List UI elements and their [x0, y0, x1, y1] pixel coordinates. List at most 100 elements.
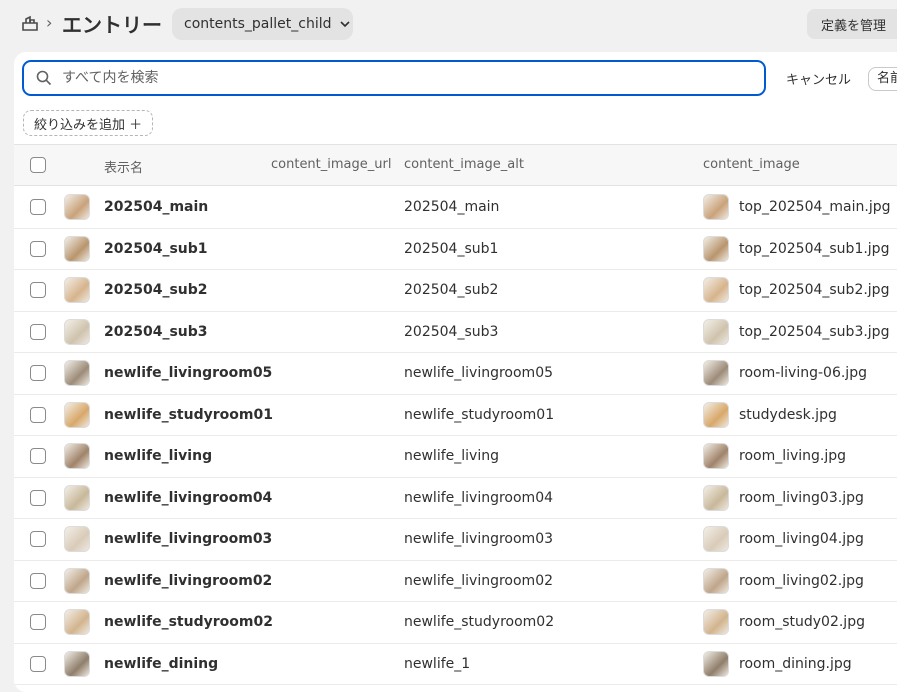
table-row[interactable]: 202504_main 202504_main top_202504_main.jp…	[14, 187, 897, 229]
table-row[interactable]: newlife_studyroom01 newlife_studyroom01 st…	[14, 394, 897, 436]
metaobject-icon[interactable]	[20, 14, 40, 34]
image-filename-cell: top_202504_sub3.jpg	[739, 323, 890, 340]
image-alt-cell: newlife_studyroom01	[404, 406, 555, 423]
row-checkbox[interactable]	[30, 489, 46, 506]
entry-thumbnail	[64, 609, 90, 635]
display-name-cell: newlife_livingroom04	[104, 489, 273, 506]
row-checkbox[interactable]	[30, 531, 46, 547]
row-checkbox[interactable]	[30, 448, 46, 464]
image-alt-cell: 202504_sub3	[404, 323, 499, 340]
image-thumbnail	[703, 526, 729, 552]
table-row[interactable]: newlife_livingroom05 newlife_livingroom05…	[14, 353, 897, 395]
row-checkbox[interactable]	[30, 323, 46, 340]
entry-thumbnail	[64, 526, 90, 552]
image-alt-cell: newlife_1	[404, 655, 471, 672]
image-alt-cell: newlife_living	[404, 448, 499, 464]
row-checkbox[interactable]	[30, 614, 46, 630]
image-alt-cell: 202504_sub1	[404, 240, 499, 257]
search-input[interactable]	[60, 69, 714, 87]
row-checkbox[interactable]	[30, 655, 46, 672]
table-row[interactable]: 202504_sub1 202504_sub1 top_202504_sub1.jp…	[14, 228, 897, 270]
table-row[interactable]: 202504_sub2 202504_sub2 top_202504_sub2.jp…	[14, 270, 897, 312]
image-thumbnail	[703, 194, 729, 220]
image-alt-cell: 202504_main	[404, 199, 500, 215]
image-filename-cell: room_living02.jpg	[739, 572, 864, 589]
table-row[interactable]: newlife_livingroom04 newlife_livingroom04…	[14, 477, 897, 519]
cancel-button[interactable]: キャンセル	[786, 69, 851, 88]
column-header-content-image-alt[interactable]: content_image_alt	[404, 157, 524, 172]
chevron-down-icon	[340, 21, 351, 28]
entry-thumbnail	[64, 235, 90, 262]
image-alt-cell: newlife_livingroom02	[404, 572, 554, 589]
row-checkbox[interactable]	[30, 240, 46, 257]
image-filename-cell: room_dining.jpg	[739, 655, 852, 672]
column-header-content-image-url[interactable]: content_image_url	[271, 157, 391, 172]
entry-thumbnail	[64, 443, 90, 469]
entries-card: キャンセル 名前 絞り込みを追加 ＋ 表示名 content_image_url…	[14, 52, 897, 692]
display-name-cell: newlife_living	[104, 448, 213, 464]
search-icon	[36, 70, 52, 86]
image-filename-cell: top_202504_main.jpg	[739, 199, 891, 215]
top-bar: › エントリー contents_pallet_child 定義を管理	[0, 0, 897, 50]
table-row[interactable]: newlife_livingroom02 newlife_livingroom02…	[14, 560, 897, 602]
entry-thumbnail	[64, 277, 90, 303]
chevron-right-icon: ›	[46, 13, 53, 32]
definition-selector-label: contents_pallet_child	[184, 16, 332, 32]
table-row[interactable]: newlife_livingroom03 newlife_livingroom03…	[14, 519, 897, 561]
add-filter-label: 絞り込みを追加 ＋	[34, 117, 143, 133]
image-thumbnail	[703, 277, 729, 303]
entry-thumbnail	[64, 401, 90, 428]
image-thumbnail	[703, 650, 729, 677]
image-thumbnail	[703, 609, 729, 635]
entry-thumbnail	[64, 360, 90, 386]
entry-thumbnail	[64, 484, 90, 511]
display-name-cell: 202504_sub1	[104, 240, 208, 257]
image-filename-cell: studydesk.jpg	[739, 406, 837, 423]
page-title: エントリー	[62, 13, 162, 37]
manage-definition-button[interactable]: 定義を管理	[807, 9, 897, 39]
display-name-cell: 202504_sub3	[104, 323, 208, 340]
image-filename-cell: room_living03.jpg	[739, 489, 864, 506]
image-filename-cell: top_202504_sub2.jpg	[739, 282, 890, 298]
select-all-checkbox[interactable]	[30, 157, 46, 173]
sort-button[interactable]: 名前	[868, 67, 897, 91]
entry-thumbnail	[64, 650, 90, 677]
image-thumbnail	[703, 360, 729, 386]
table-row[interactable]: newlife_living newlife_living room_living.…	[14, 436, 897, 478]
image-thumbnail	[703, 567, 729, 594]
image-thumbnail	[703, 401, 729, 428]
entry-thumbnail	[64, 318, 90, 345]
row-checkbox[interactable]	[30, 572, 46, 589]
display-name-cell: newlife_livingroom03	[104, 531, 273, 547]
definition-selector[interactable]: contents_pallet_child	[172, 8, 353, 40]
display-name-cell: newlife_livingroom02	[104, 572, 273, 589]
image-alt-cell: newlife_livingroom04	[404, 489, 554, 506]
column-header-content-image[interactable]: content_image	[703, 157, 800, 172]
image-thumbnail	[703, 484, 729, 511]
display-name-cell: newlife_dining	[104, 655, 219, 672]
search-field[interactable]	[22, 60, 766, 96]
entry-thumbnail	[64, 194, 90, 220]
image-thumbnail	[703, 443, 729, 469]
row-checkbox[interactable]	[30, 406, 46, 423]
row-checkbox[interactable]	[30, 199, 46, 215]
row-checkbox[interactable]	[30, 365, 46, 381]
row-checkbox[interactable]	[30, 282, 46, 298]
display-name-cell: newlife_studyroom01	[104, 406, 273, 423]
table-row[interactable]: newlife_studyroom02 newlife_studyroom02 ro…	[14, 602, 897, 644]
display-name-cell: newlife_studyroom02	[104, 614, 273, 630]
image-filename-cell: room_living.jpg	[739, 448, 847, 464]
display-name-cell: 202504_main	[104, 199, 209, 215]
table-row[interactable]: 202504_sub3 202504_sub3 top_202504_sub3.jp…	[14, 311, 897, 353]
image-filename-cell: room_living04.jpg	[739, 531, 864, 547]
image-filename-cell: room_study02.jpg	[739, 614, 865, 630]
image-filename-cell: top_202504_sub1.jpg	[739, 240, 890, 257]
column-header-display-name[interactable]: 表示名	[104, 157, 143, 176]
display-name-cell: newlife_livingroom05	[104, 365, 273, 381]
add-filter-button[interactable]: 絞り込みを追加 ＋	[23, 110, 153, 136]
image-alt-cell: newlife_livingroom03	[404, 531, 554, 547]
image-filename-cell: room-living-06.jpg	[739, 365, 867, 381]
display-name-cell: 202504_sub2	[104, 282, 208, 298]
image-alt-cell: newlife_studyroom02	[404, 614, 555, 630]
table-row[interactable]: newlife_dining newlife_1 room_dining.jpg	[14, 643, 897, 685]
